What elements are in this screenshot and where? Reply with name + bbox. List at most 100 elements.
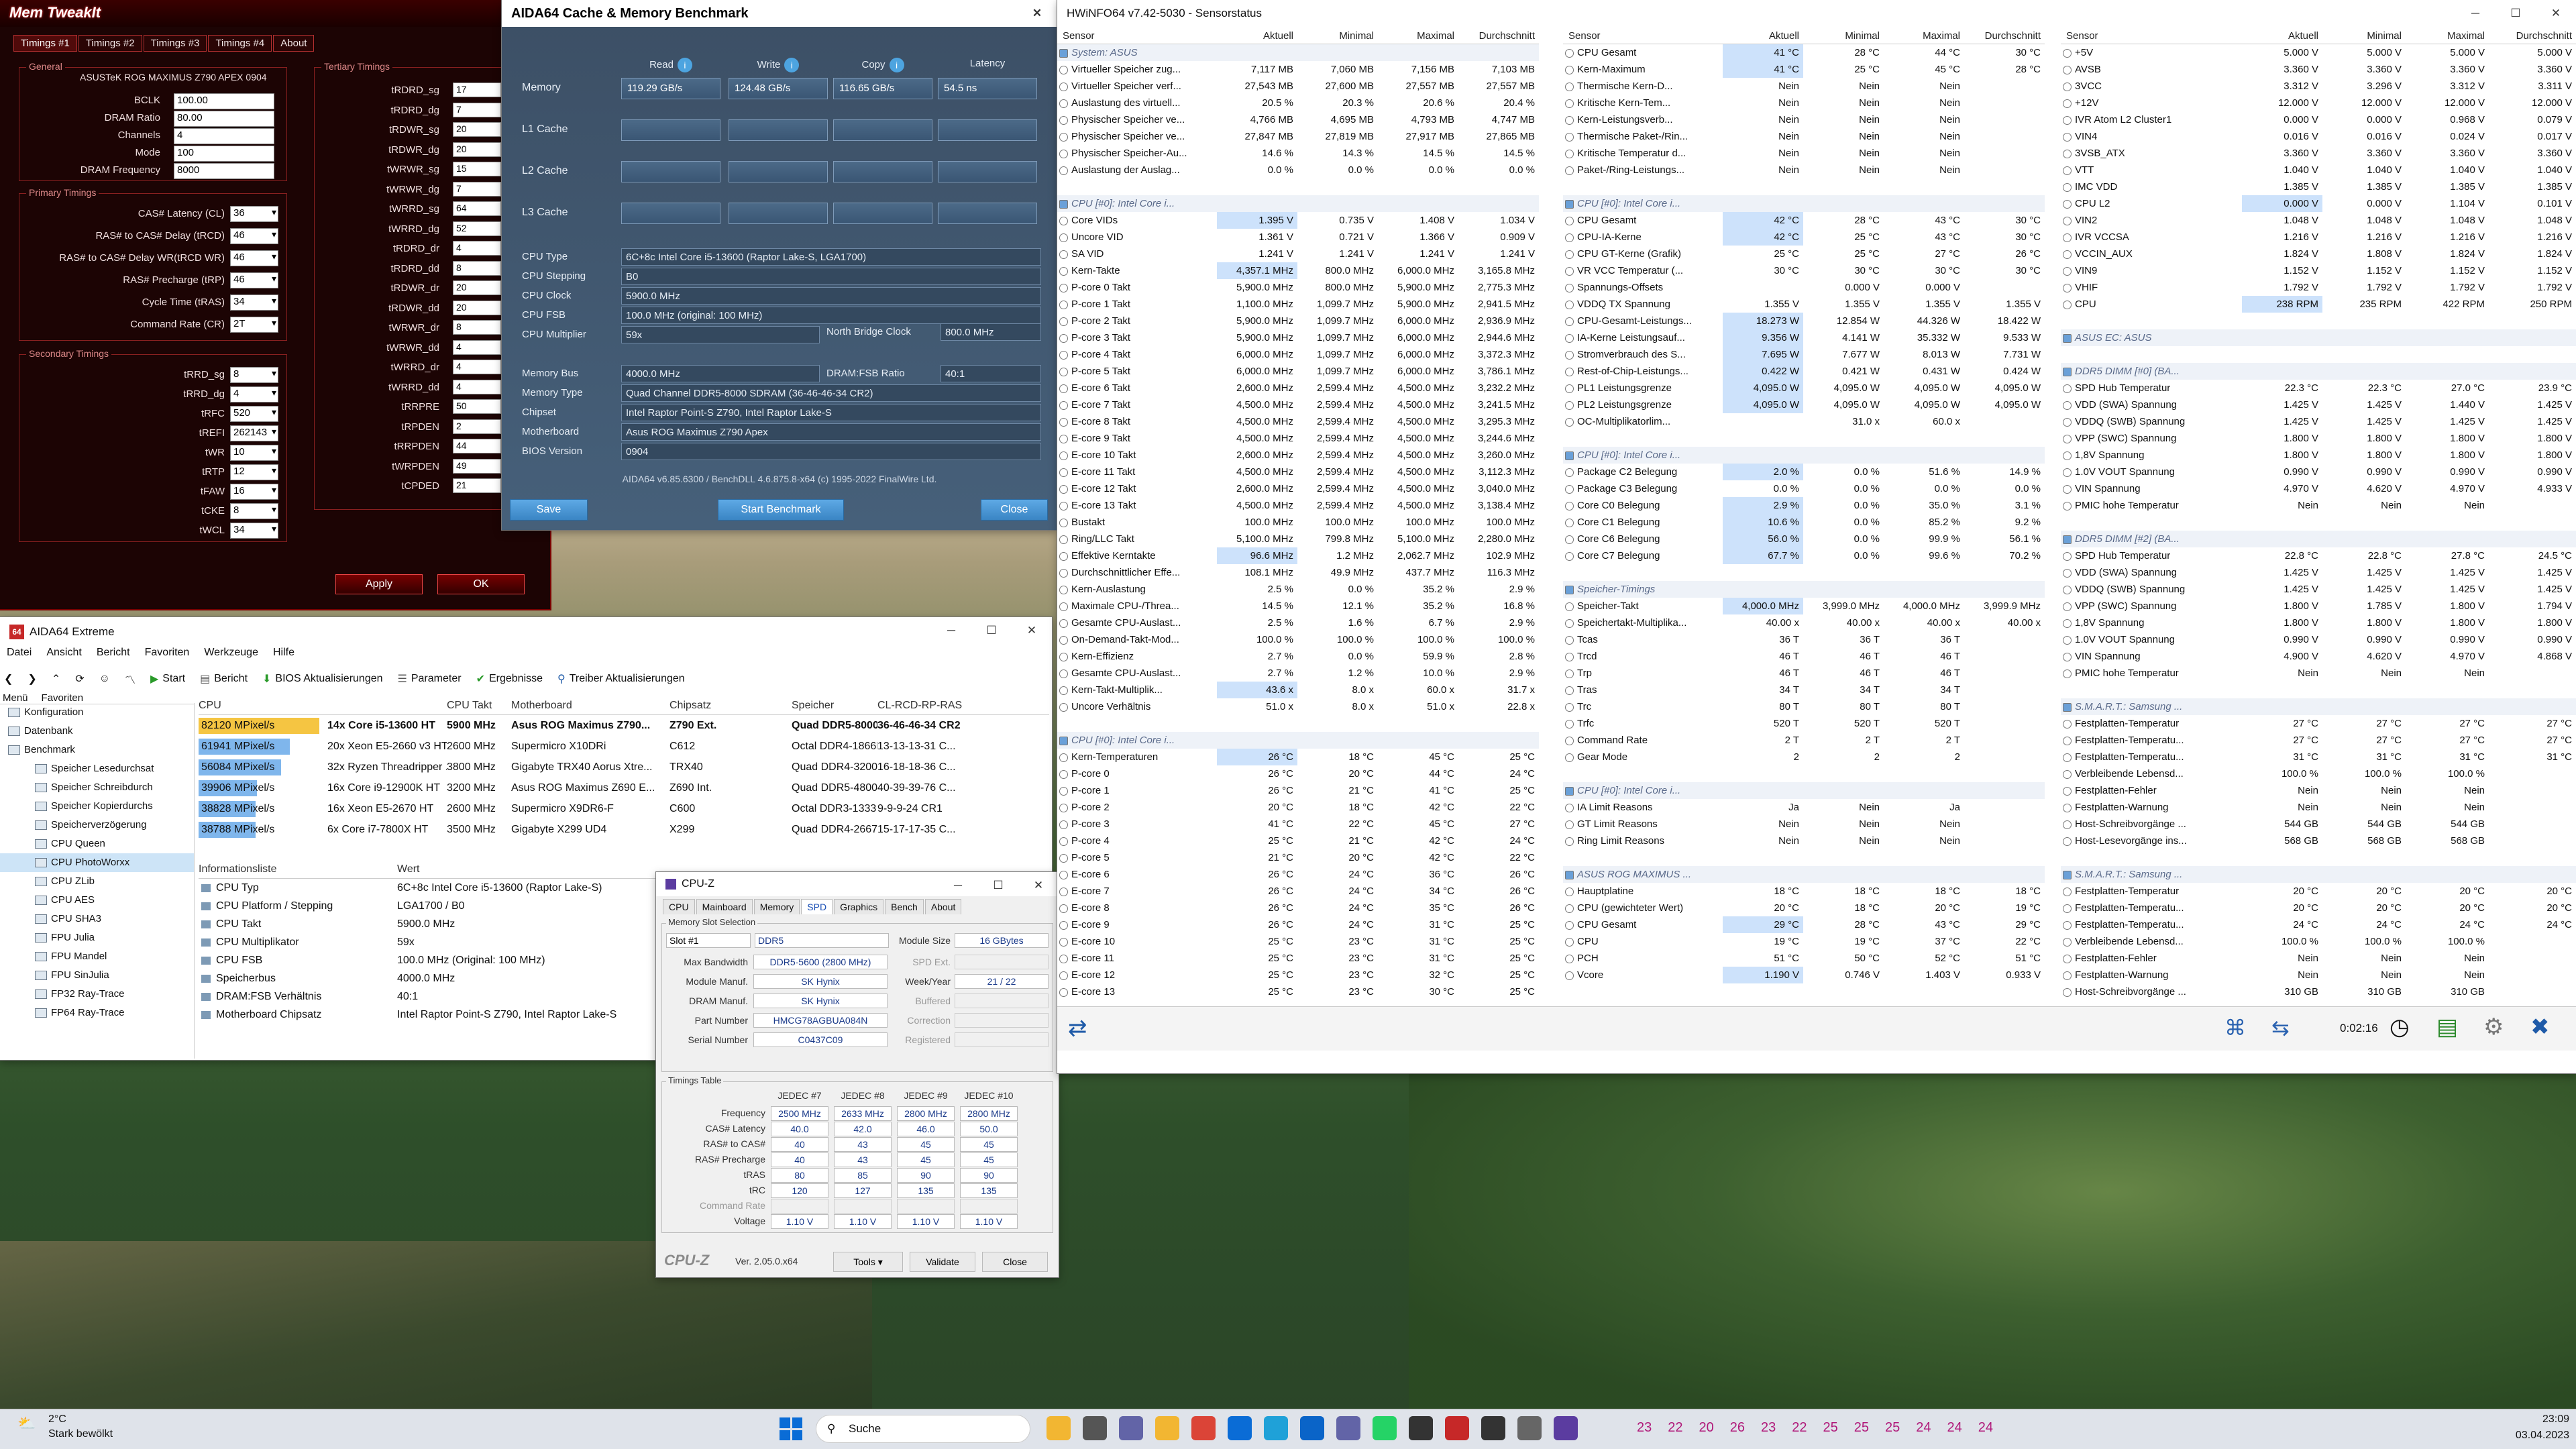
sensor-row[interactable]: P-core 3 Takt 5,900.0 MHz 1,099.7 MHz 6,000… xyxy=(1057,329,1539,346)
sensor-row[interactable]: Auslastung der Auslag... 0.0 % 0.0 % 0.0 % 0… xyxy=(1057,162,1539,178)
user-icon[interactable]: ☺ xyxy=(99,673,110,685)
sensor-column-header[interactable]: Aktuell xyxy=(1217,28,1297,44)
network-icon[interactable]: ⌘ xyxy=(2224,1015,2246,1040)
tree-item[interactable]: CPU PhotoWorxx xyxy=(0,853,194,872)
sensor-row[interactable]: VDDQ (SWB) Spannung 1.425 V 1.425 V 1.425 V… xyxy=(2061,581,2576,598)
secondary-timing-select[interactable]: 34 xyxy=(230,523,278,539)
sensor-column-header[interactable]: Minimal xyxy=(1297,28,1378,44)
tab-timings-2[interactable]: Timings #2 xyxy=(78,35,142,52)
sensor-group-header[interactable]: CPU [#0]: Intel Core i... xyxy=(1057,732,1539,749)
primary-timing-select[interactable]: 46 xyxy=(230,272,278,288)
sensor-column-header[interactable]: Maximal xyxy=(1884,28,1964,44)
tray-temperature[interactable]: 23 xyxy=(1761,1420,1776,1436)
menu-favoriten[interactable]: Favoriten xyxy=(145,647,190,664)
menu-werkzeuge[interactable]: Werkzeuge xyxy=(204,647,258,664)
sensor-row[interactable]: P-core 0 Takt 5,900.0 MHz 800.0 MHz 5,900.0… xyxy=(1057,279,1539,296)
tertiary-timing-value[interactable]: 7 xyxy=(453,181,501,197)
sensor-row[interactable]: VPP (SWC) Spannung 1.800 V 1.785 V 1.800 V1… xyxy=(2061,598,2576,614)
sensor-row[interactable]: Effektive Kerntakte 96.6 MHz 1.2 MHz 2,062.… xyxy=(1057,547,1539,564)
sensor-row[interactable]: E-core 11 25 °C 23 °C 31 °C 25 °C xyxy=(1057,950,1539,967)
tree-tab[interactable]: Favoriten xyxy=(42,692,84,704)
tree-item[interactable]: Datenbank xyxy=(0,722,194,741)
sensor-row[interactable] xyxy=(1563,765,2045,782)
sensor-row[interactable]: Tras 34 T 34 T 34 T xyxy=(1563,682,2045,698)
sensor-row[interactable]: Festplatten-Temperatur 20 °C 20 °C 20 °C 20 … xyxy=(2061,883,2576,900)
tab-timings-3[interactable]: Timings #3 xyxy=(143,35,207,52)
tree-item[interactable]: FP64 Ray-Trace xyxy=(0,1004,194,1022)
sensor-group-header[interactable]: System: ASUS xyxy=(1057,44,1539,61)
tertiary-timing-value[interactable]: 4 xyxy=(453,360,501,374)
teams-icon[interactable] xyxy=(1336,1416,1360,1440)
tertiary-timing-value[interactable]: 15 xyxy=(453,162,501,176)
sensor-column-header[interactable]: Aktuell xyxy=(1723,28,1803,44)
ok-button[interactable]: OK xyxy=(437,574,525,594)
settings-taskbar-icon[interactable] xyxy=(1517,1416,1542,1440)
sensor-row[interactable]: Ring Limit Reasons Nein Nein Nein xyxy=(1563,833,2045,849)
tertiary-timing-value[interactable]: 8 xyxy=(453,320,501,335)
tab-timings-4[interactable]: Timings #4 xyxy=(208,35,272,52)
sensor-row[interactable]: E-core 9 Takt 4,500.0 MHz 2,599.4 MHz 4,500… xyxy=(1057,430,1539,447)
sensor-row[interactable]: Kern-Auslastung 2.5 % 0.0 % 35.2 % 2.9 % xyxy=(1057,581,1539,598)
sensor-row[interactable] xyxy=(1057,178,1539,195)
add-report-icon[interactable]: ▤ xyxy=(2436,1014,2458,1040)
apply-button[interactable]: Apply xyxy=(335,574,423,594)
sensor-row[interactable]: Host-Lesevorgänge ins... 568 GB 568 GB 568 … xyxy=(2061,833,2576,849)
sensor-column-header[interactable]: Aktuell xyxy=(2242,28,2322,44)
sensor-row[interactable]: Kritische Temperatur d... Nein Nein Nein xyxy=(1563,145,2045,162)
sensor-row[interactable]: P-core 4 Takt 6,000.0 MHz 1,099.7 MHz 6,000… xyxy=(1057,346,1539,363)
file-explorer-icon[interactable] xyxy=(1046,1416,1071,1440)
info-icon[interactable]: i xyxy=(784,58,800,72)
primary-timing-select[interactable]: 46 xyxy=(230,250,278,266)
sensor-row[interactable]: P-core 1 Takt 1,100.0 MHz 1,099.7 MHz 5,900… xyxy=(1057,296,1539,313)
tertiary-timing-value[interactable]: 20 xyxy=(453,122,501,137)
sensor-row[interactable]: Festplatten-Warnung Nein Nein Nein xyxy=(2061,799,2576,816)
table-row[interactable]: 39906 MPixel/s 16x Core i9-12900K HT 3200 … xyxy=(199,777,1049,798)
sensor-row[interactable]: Stromverbrauch des S... 7.695 W 7.677 W 8.0… xyxy=(1563,346,2045,363)
sensor-row[interactable]: SA VID 1.241 V 1.241 V 1.241 V 1.241 V xyxy=(1057,246,1539,262)
start-windows-icon[interactable] xyxy=(780,1417,802,1440)
sensor-row[interactable]: Kritische Kern-Tem... Nein Nein Nein xyxy=(1563,95,2045,111)
primary-timing-select[interactable]: 46 xyxy=(230,228,278,244)
sensor-row[interactable]: E-core 8 Takt 4,500.0 MHz 2,599.4 MHz 4,500… xyxy=(1057,413,1539,430)
whatsapp-icon[interactable] xyxy=(1373,1416,1397,1440)
primary-timing-select[interactable]: 36 xyxy=(230,206,278,222)
refresh-icon[interactable]: ⟳ xyxy=(75,672,84,686)
sensor-row[interactable]: P-core 2 Takt 5,900.0 MHz 1,099.7 MHz 6,000… xyxy=(1057,313,1539,329)
sensor-row[interactable]: E-core 12 25 °C 23 °C 32 °C 25 °C xyxy=(1057,967,1539,983)
sensor-row[interactable]: OC-Multiplikatorlim... 31.0 x 60.0 x xyxy=(1563,413,2045,430)
table-row[interactable]: 56084 MPixel/s 32x Ryzen Threadripper ...… xyxy=(199,757,1049,777)
tree-item[interactable]: CPU Queen xyxy=(0,835,194,853)
sensor-row[interactable]: IVR VCCSA 1.216 V 1.216 V 1.216 V 1.216 V xyxy=(2061,229,2576,246)
maximize-icon[interactable]: ☐ xyxy=(2496,0,2536,27)
tab-graphics[interactable]: Graphics xyxy=(834,899,884,914)
sensor-row[interactable]: E-core 6 26 °C 24 °C 36 °C 26 °C xyxy=(1057,866,1539,883)
sensor-row[interactable]: Speichertakt-Multiplika... 40.00 x 40.00 x… xyxy=(1563,614,2045,631)
toolbar-bios-aktualisierungen-button[interactable]: ⬇ BIOS Aktualisierungen xyxy=(262,672,383,686)
tray-temperature[interactable]: 22 xyxy=(1668,1420,1682,1436)
tab-bench[interactable]: Bench xyxy=(885,899,924,914)
sensor-row[interactable]: Ring/LLC Takt 5,100.0 MHz 799.8 MHz 5,100.0… xyxy=(1057,531,1539,547)
sensor-column-header[interactable]: Sensor xyxy=(1057,28,1217,44)
sensor-row[interactable]: Trc 80 T 80 T 80 T xyxy=(1563,698,2045,715)
tertiary-timing-value[interactable]: 64 xyxy=(453,201,501,216)
sensor-row[interactable]: P-core 0 26 °C 20 °C 44 °C 24 °C xyxy=(1057,765,1539,782)
tray-temperature[interactable]: 24 xyxy=(1947,1420,1962,1436)
tab-spd[interactable]: SPD xyxy=(801,899,833,914)
sensor-row[interactable] xyxy=(1563,849,2045,866)
tray-temperature[interactable]: 20 xyxy=(1699,1420,1714,1436)
sensor-row[interactable]: PL1 Leistungsgrenze 4,095.0 W 4,095.0 W 4,0… xyxy=(1563,380,2045,396)
sensor-column-header[interactable]: Sensor xyxy=(2061,28,2242,44)
sensor-column-header[interactable]: Maximal xyxy=(2406,28,2489,44)
tree-item[interactable]: FP32 Ray-Trace xyxy=(0,985,194,1004)
chart-icon[interactable]: 〽 xyxy=(125,671,136,687)
sensor-row[interactable]: VIN4 0.016 V 0.016 V 0.024 V 0.017 V xyxy=(2061,128,2576,145)
sensor-row[interactable]: SPD Hub Temperatur 22.3 °C 22.3 °C 27.0 °C 2… xyxy=(2061,380,2576,396)
tertiary-timing-value[interactable]: 7 xyxy=(453,102,501,117)
sensor-group-header[interactable]: CPU [#0]: Intel Core i... xyxy=(1563,447,2045,464)
toolbar-treiber-aktualisierungen-button[interactable]: ⚲ Treiber Aktualisierungen xyxy=(557,672,685,686)
sensor-row[interactable]: VIN Spannung 4.900 V 4.620 V 4.970 V 4.868 V xyxy=(2061,648,2576,665)
sensor-row[interactable]: Package C3 Belegung 0.0 % 0.0 % 0.0 % 0.0 % xyxy=(1563,480,2045,497)
chrome-icon[interactable] xyxy=(1191,1416,1216,1440)
sensor-group-header[interactable]: CPU [#0]: Intel Core i... xyxy=(1563,195,2045,212)
sensor-row[interactable]: Virtueller Speicher verf... 27,543 MB 27,6… xyxy=(1057,78,1539,95)
